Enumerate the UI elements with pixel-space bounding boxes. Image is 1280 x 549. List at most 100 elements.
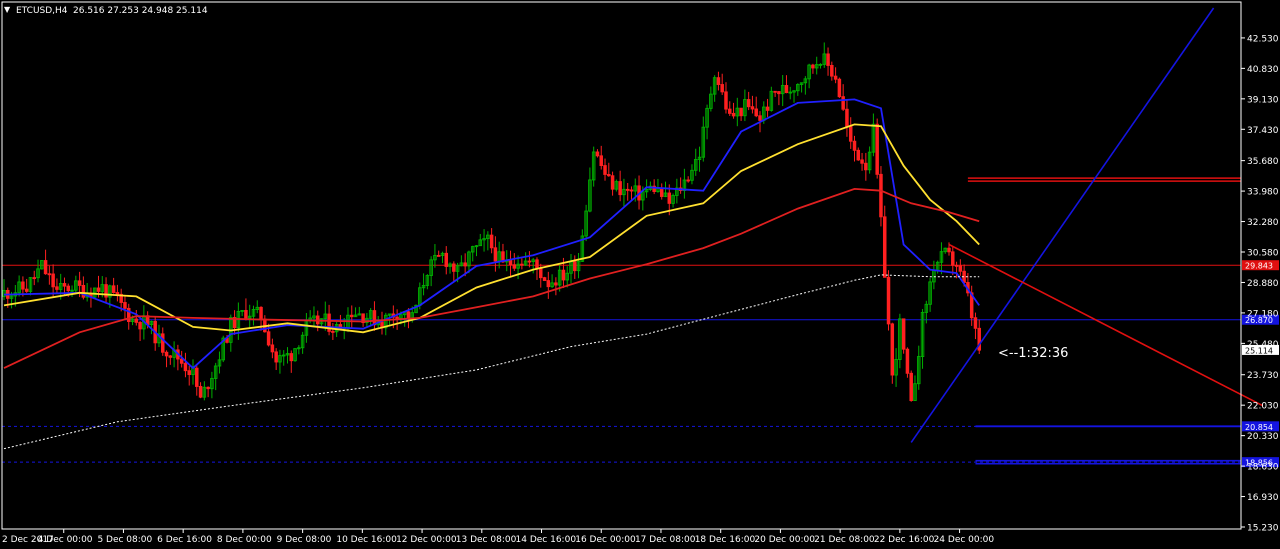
candle-body: [51, 273, 55, 288]
candle-body: [659, 187, 664, 197]
candle-body: [436, 254, 441, 257]
x-tick-label: 8 Dec 00:00: [217, 535, 272, 545]
chart-header: ▼ ETCUSD,H4 26.516 27.253 24.948 25.114: [4, 5, 208, 16]
candle-body: [372, 310, 377, 326]
candle-body: [625, 188, 630, 191]
candle-body: [879, 173, 883, 218]
candle-body: [493, 247, 498, 262]
candle-body: [55, 286, 59, 290]
x-tick-label: 16 Dec 00:00: [575, 535, 636, 545]
candle-body: [508, 259, 513, 266]
candle-body: [758, 115, 762, 121]
candle-body: [886, 276, 891, 325]
candle: [882, 205, 887, 278]
candle-body: [350, 314, 354, 318]
dropdown-arrow-icon[interactable]: ▼: [4, 5, 11, 14]
x-tick-label: 4 Dec 00:00: [38, 535, 93, 545]
candle-body: [43, 260, 48, 275]
x-tick-label: 18 Dec 16:00: [695, 535, 756, 545]
candle: [293, 348, 297, 362]
candle-body: [406, 311, 411, 320]
candle-body: [860, 159, 864, 164]
current-price-label: 25.114: [1245, 346, 1273, 355]
candle-body: [542, 277, 547, 282]
candle-body: [909, 372, 913, 402]
candle-body: [21, 281, 25, 290]
candle-body: [266, 331, 271, 346]
candle-body: [331, 330, 335, 333]
candle-body: [728, 108, 732, 114]
candle-body: [890, 323, 895, 376]
candle-body: [62, 283, 67, 287]
candle-body: [77, 280, 82, 286]
candle-body: [686, 179, 690, 182]
x-tick-label: 5 Dec 08:00: [97, 535, 152, 545]
candle-body: [777, 91, 781, 95]
candle-body: [111, 285, 116, 293]
candle-body: [901, 318, 906, 350]
candle: [886, 270, 891, 331]
y-tick-label: 30.580: [1247, 249, 1279, 259]
candle-body: [554, 282, 558, 286]
candle-body: [720, 84, 724, 93]
candle-body: [187, 370, 191, 376]
candle-body: [452, 263, 456, 272]
candle-body: [830, 65, 834, 77]
candle-body: [168, 355, 173, 358]
candle-body: [244, 309, 248, 319]
chart-background: [0, 0, 1280, 549]
candle-body: [535, 259, 539, 269]
candle-body: [599, 155, 603, 167]
candle-body: [539, 268, 543, 279]
candle-body: [833, 75, 838, 80]
price-level-label: 29.843: [1245, 262, 1273, 271]
candle-body: [746, 99, 751, 108]
candle-body: [811, 64, 815, 69]
candle-body: [270, 344, 275, 353]
candle-body: [947, 247, 951, 253]
x-tick-label: 17 Dec 08:00: [635, 535, 696, 545]
y-tick-label: 23.730: [1247, 371, 1279, 381]
x-tick-label: 9 Dec 08:00: [277, 535, 332, 545]
candle: [909, 370, 913, 402]
price-level-label: 20.854: [1245, 423, 1273, 432]
y-tick-label: 20.330: [1247, 432, 1279, 442]
candle-body: [195, 367, 199, 387]
candle-body: [618, 181, 622, 196]
y-tick-label: 35.680: [1247, 157, 1279, 167]
candle-body: [973, 317, 978, 329]
candle-body: [444, 252, 449, 267]
candle-body: [739, 107, 743, 117]
candle-body: [32, 277, 36, 280]
candle: [890, 322, 895, 384]
candle: [837, 77, 842, 98]
candle-body: [875, 123, 879, 175]
y-tick-label: 18.630: [1247, 463, 1279, 473]
candle-body: [773, 90, 777, 93]
candle-body: [96, 287, 101, 292]
candle-body: [856, 149, 861, 161]
candle: [875, 118, 879, 179]
candle-body: [179, 358, 184, 364]
candle-body: [724, 91, 728, 110]
y-tick-label: 39.130: [1247, 95, 1279, 105]
candle-body: [66, 285, 71, 292]
y-tick-label: 33.980: [1247, 188, 1279, 198]
candle-body: [864, 162, 868, 171]
candle-body: [765, 106, 770, 111]
candle-body: [138, 321, 142, 330]
price-chart[interactable]: 29.84326.87020.85418.856 42.53040.83039.…: [0, 0, 1280, 549]
ohlc-values: 26.516 27.253 24.948 25.114: [73, 6, 208, 16]
y-tick-label: 40.830: [1247, 65, 1279, 75]
candle-body: [629, 189, 634, 192]
candle-body: [395, 316, 399, 319]
candle-body: [198, 385, 203, 398]
candle: [542, 276, 547, 282]
bar-timer: <--1:32:36: [998, 346, 1068, 361]
candle: [40, 260, 44, 270]
candle-body: [561, 269, 566, 281]
x-tick-label: 24 Dec 00:00: [934, 535, 995, 545]
candle-body: [259, 306, 263, 320]
candle-body: [274, 351, 278, 363]
candle-body: [905, 348, 910, 374]
